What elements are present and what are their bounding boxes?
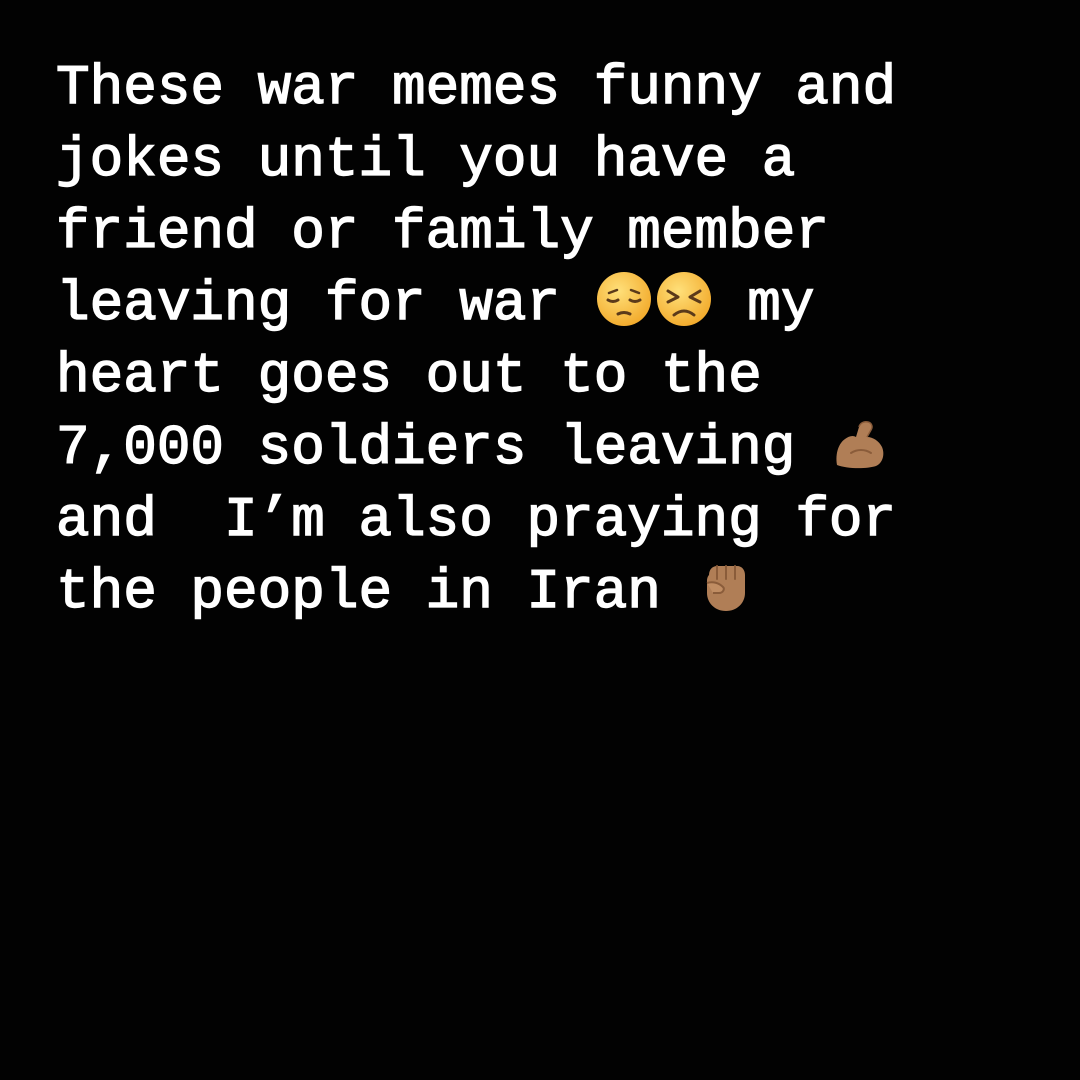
text-line-4: leaving for war my <box>55 268 1056 340</box>
text-line-5: heart goes out to the <box>55 343 762 408</box>
persevering-face-icon <box>654 269 714 329</box>
text-line-7: and I’m also praying for <box>55 487 897 552</box>
pensive-face-icon <box>594 269 654 329</box>
raised-fist-icon <box>695 557 755 617</box>
text-line-4-end: my <box>713 271 816 336</box>
text-line-6-start: 7,000 soldiers leaving <box>55 415 829 480</box>
story-text: These war memes funny and jokes until yo… <box>55 52 1056 628</box>
text-line-4-start: leaving for war <box>55 271 594 336</box>
text-line-3: friend or family member <box>55 199 829 264</box>
text-line-6: 7,000 soldiers leaving <box>55 412 1056 484</box>
flexed-biceps-icon <box>829 413 889 473</box>
text-line-8: the people in Iran <box>55 556 1056 628</box>
text-line-8-start: the people in Iran <box>55 559 695 624</box>
story-canvas: These war memes funny and jokes until yo… <box>0 0 1080 1080</box>
text-line-2: jokes until you have a <box>55 127 796 192</box>
text-line-1: These war memes funny and <box>55 55 897 120</box>
